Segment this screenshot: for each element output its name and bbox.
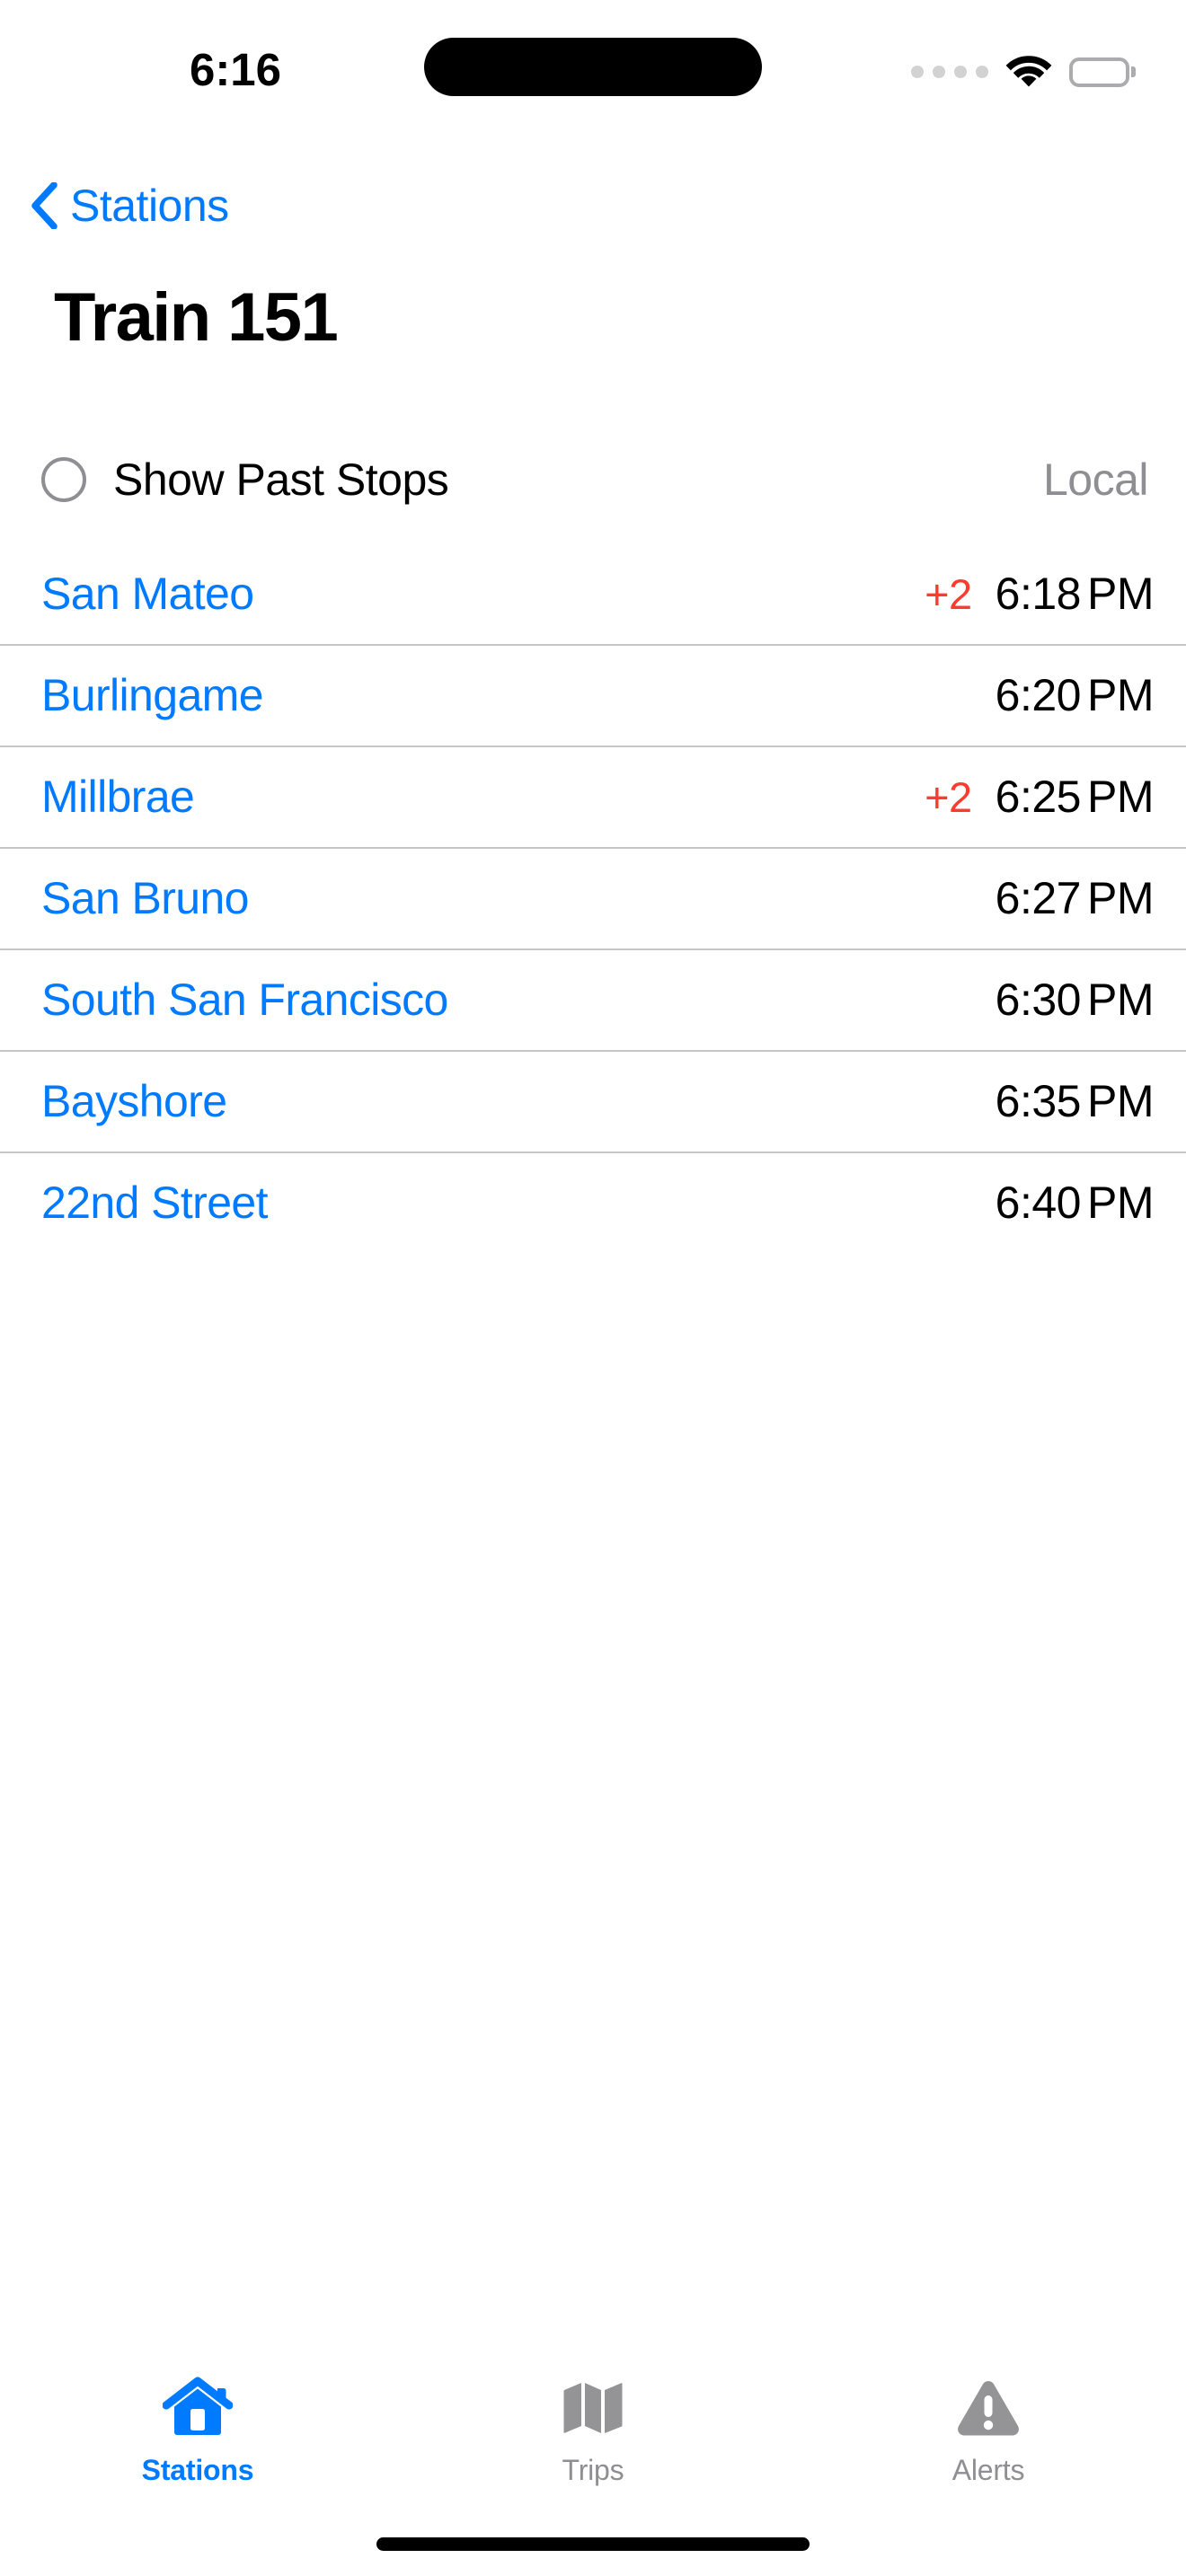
stop-time-value: 6:40	[995, 1177, 1082, 1228]
stop-time-meridiem: PM	[1087, 771, 1155, 822]
stop-row[interactable]: Burlingame 6:20 PM	[0, 644, 1186, 745]
status-bar-indicators	[911, 54, 1136, 90]
stop-time-meridiem: PM	[1087, 568, 1155, 619]
stop-name: San Bruno	[41, 872, 249, 923]
stop-row[interactable]: South San Francisco 6:30 PM	[0, 948, 1186, 1050]
stop-time: 6:40 PM	[995, 1177, 1155, 1229]
circle-unchecked-icon[interactable]	[41, 457, 86, 502]
stop-arrival-group: 6:30 PM	[995, 974, 1155, 1026]
stop-time-meridiem: PM	[1087, 1177, 1155, 1228]
stop-time: 6:18 PM	[995, 568, 1155, 620]
stop-time-value: 6:20	[995, 669, 1082, 720]
stop-time: 6:30 PM	[995, 974, 1155, 1026]
stop-time-meridiem: PM	[1087, 872, 1155, 923]
home-indicator	[376, 2537, 810, 2551]
app-screen: 6:16 Stations Train 151 Show Past Stops …	[0, 0, 1186, 2576]
stop-row[interactable]: San Bruno 6:27 PM	[0, 847, 1186, 948]
stop-time-value: 6:35	[995, 1075, 1082, 1126]
stop-time: 6:20 PM	[995, 669, 1155, 721]
stop-row[interactable]: 22nd Street 6:40 PM	[0, 1151, 1186, 1253]
stop-name: Millbrae	[41, 771, 195, 822]
stop-time-meridiem: PM	[1087, 974, 1155, 1025]
tab-trips-label: Trips	[562, 2454, 624, 2486]
wifi-icon	[1005, 54, 1053, 90]
warning-triangle-icon	[956, 2373, 1021, 2443]
stop-name: South San Francisco	[41, 974, 448, 1025]
stop-name: Bayshore	[41, 1075, 227, 1126]
stop-delay-badge: +2	[925, 772, 972, 821]
stop-time: 6:25 PM	[995, 771, 1155, 823]
map-folded-icon	[561, 2373, 625, 2443]
stop-time: 6:35 PM	[995, 1075, 1155, 1127]
stop-arrival-group: 6:40 PM	[995, 1177, 1155, 1229]
stop-name: 22nd Street	[41, 1177, 269, 1228]
stop-arrival-group: +2 6:18 PM	[925, 568, 1154, 620]
back-button[interactable]: Stations	[31, 180, 229, 232]
stop-time-value: 6:18	[995, 568, 1082, 619]
page-title: Train 151	[54, 279, 339, 356]
stops-list: San Mateo +2 6:18 PM Burlingame 6:20 PM Millbra…	[0, 543, 1186, 1253]
stop-row[interactable]: San Mateo +2 6:18 PM	[0, 543, 1186, 644]
stop-time-meridiem: PM	[1087, 669, 1155, 720]
tab-alerts[interactable]: Alerts	[791, 2373, 1186, 2487]
stop-arrival-group: +2 6:25 PM	[925, 771, 1154, 823]
status-bar: 6:16	[0, 0, 1186, 112]
show-past-stops-row[interactable]: Show Past Stops Local	[0, 438, 1186, 521]
stop-name: Burlingame	[41, 669, 264, 720]
back-button-label: Stations	[70, 181, 229, 231]
status-bar-clock: 6:16	[189, 44, 282, 95]
stop-arrival-group: 6:27 PM	[995, 872, 1155, 924]
stop-time-value: 6:30	[995, 974, 1082, 1025]
stop-arrival-group: 6:20 PM	[995, 669, 1155, 721]
chevron-left-icon	[31, 182, 58, 229]
stop-time-meridiem: PM	[1087, 1075, 1155, 1126]
tab-stations-label: Stations	[141, 2454, 254, 2486]
stop-time-value: 6:27	[995, 872, 1082, 923]
stop-delay-badge: +2	[925, 569, 972, 618]
stop-row[interactable]: Bayshore 6:35 PM	[0, 1050, 1186, 1151]
house-icon	[163, 2373, 233, 2443]
stop-row[interactable]: Millbrae +2 6:25 PM	[0, 745, 1186, 847]
service-type-label: Local	[1042, 454, 1149, 505]
tab-alerts-label: Alerts	[951, 2454, 1025, 2486]
tab-stations[interactable]: Stations	[0, 2373, 395, 2487]
stop-time-value: 6:25	[995, 771, 1082, 822]
stop-name: San Mateo	[41, 568, 254, 619]
tab-trips[interactable]: Trips	[395, 2373, 791, 2487]
stop-arrival-group: 6:35 PM	[995, 1075, 1155, 1127]
battery-full-icon	[1069, 57, 1136, 87]
stop-time: 6:27 PM	[995, 872, 1155, 924]
dynamic-island	[424, 38, 762, 96]
show-past-stops-label: Show Past Stops	[113, 454, 449, 505]
cellular-dots-icon	[911, 66, 988, 78]
